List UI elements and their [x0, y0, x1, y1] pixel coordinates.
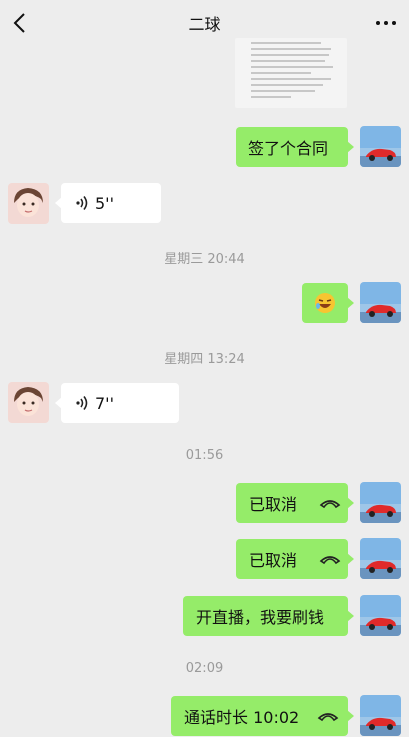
call-message-bubble[interactable]: 已取消 — [236, 483, 354, 523]
document-image-message[interactable] — [235, 38, 347, 108]
call-status-text: 已取消 — [249, 495, 298, 514]
friend-avatar[interactable] — [8, 183, 49, 224]
self-avatar[interactable] — [360, 595, 401, 636]
message-text: 开直播，我要刷钱 — [196, 608, 325, 627]
phone-hangup-icon — [319, 500, 341, 509]
self-avatar[interactable] — [360, 126, 401, 167]
call-duration-text: 通话时长 10:02 — [184, 708, 300, 727]
laughing-emoji-icon — [315, 293, 335, 313]
self-avatar[interactable] — [360, 695, 401, 736]
voice-wave-icon — [76, 396, 88, 410]
chat-header: 二球 — [0, 0, 409, 46]
timestamp: 星期三 20:44 — [164, 252, 245, 267]
back-chevron-icon[interactable] — [12, 12, 28, 34]
voice-message-bubble[interactable]: 5'' — [55, 183, 161, 223]
chat-screen: 二球 签了个合同 5'' 星期三 20:44 星期四 13:24 7'' 01:… — [0, 0, 409, 737]
voice-duration: 5'' — [95, 193, 114, 213]
call-message-bubble[interactable]: 已取消 — [236, 539, 354, 579]
timestamp: 02:09 — [185, 661, 224, 676]
self-avatar[interactable] — [360, 282, 401, 323]
emoji-message-bubble[interactable] — [302, 283, 354, 323]
message-bubble-self[interactable]: 开直播，我要刷钱 — [183, 596, 354, 636]
timestamp: 01:56 — [185, 448, 224, 463]
phone-hangup-icon — [317, 713, 339, 722]
self-avatar[interactable] — [360, 538, 401, 579]
voice-wave-icon — [76, 196, 88, 210]
self-avatar[interactable] — [360, 482, 401, 523]
message-bubble-self[interactable]: 签了个合同 — [236, 127, 354, 167]
more-dots-icon[interactable] — [375, 14, 397, 32]
timestamp: 星期四 13:24 — [164, 352, 245, 367]
phone-hangup-icon — [319, 556, 341, 565]
voice-duration: 7'' — [95, 393, 114, 413]
call-status-text: 已取消 — [249, 551, 298, 570]
call-message-bubble[interactable]: 通话时长 10:02 — [171, 696, 354, 736]
chat-title: 二球 — [188, 15, 221, 34]
message-text: 签了个合同 — [248, 139, 329, 158]
voice-message-bubble[interactable]: 7'' — [55, 383, 179, 423]
friend-avatar[interactable] — [8, 382, 49, 423]
